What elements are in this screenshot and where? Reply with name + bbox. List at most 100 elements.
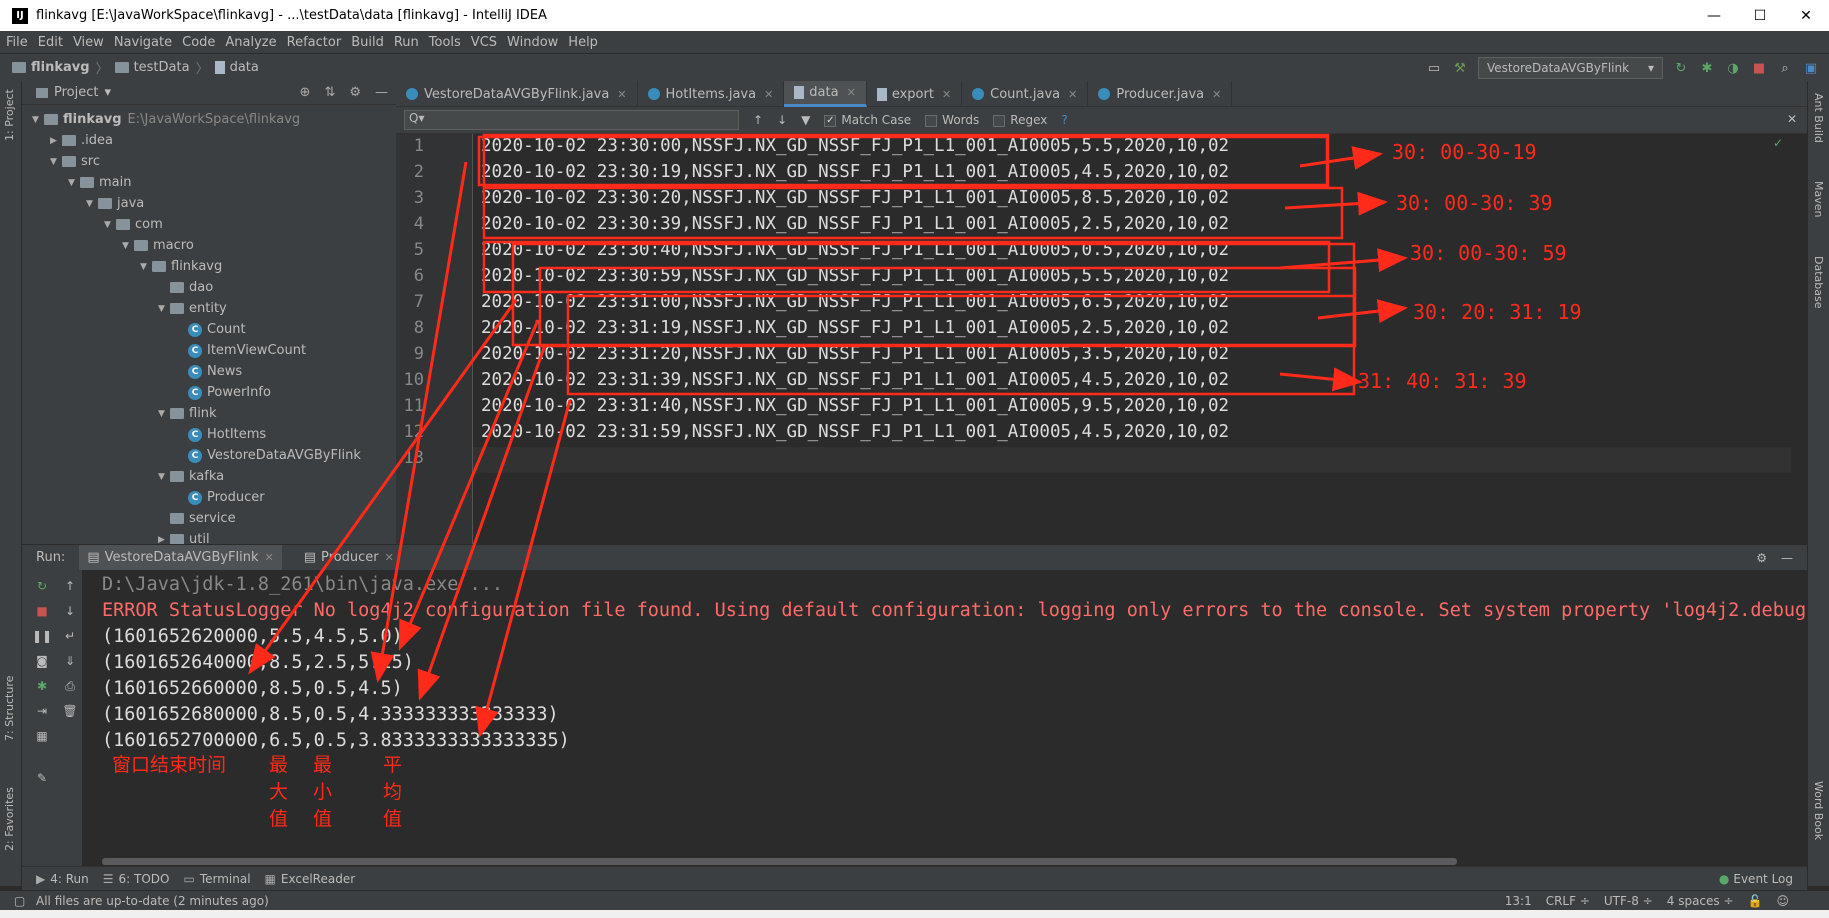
tab-vestoredataavgbyflink[interactable]: VestoreDataAVGByFlink.java ✕ xyxy=(396,81,638,107)
chevron-down-icon[interactable]: ▼ xyxy=(158,304,170,314)
minimize-button[interactable]: — xyxy=(1691,0,1737,31)
tree-item[interactable]: ▼ flinkavg xyxy=(140,256,222,277)
chevron-down-icon[interactable]: ▼ xyxy=(122,241,134,251)
close-button[interactable]: ✕ xyxy=(1783,0,1829,31)
collapse-icon[interactable]: ⇅ xyxy=(324,85,335,100)
project-tool-button[interactable]: 1: Project xyxy=(3,89,16,141)
tab-producer[interactable]: Producer.java ✕ xyxy=(1088,81,1233,107)
chevron-down-icon[interactable]: ▼ xyxy=(50,157,62,167)
tree-item[interactable]: service xyxy=(158,508,236,529)
menu-run[interactable]: Run xyxy=(394,35,419,50)
close-icon[interactable]: ✕ xyxy=(385,551,394,564)
trash-icon[interactable]: 🗑 xyxy=(62,703,78,719)
menu-code[interactable]: Code xyxy=(182,35,215,50)
lock-icon[interactable]: 🔓 xyxy=(1748,894,1763,908)
close-icon[interactable]: ✕ xyxy=(942,88,951,101)
filter-icon[interactable]: ▼ xyxy=(801,113,810,127)
rerun-icon[interactable]: ↻ xyxy=(34,578,50,594)
line-separator[interactable]: CRLF ÷ xyxy=(1546,894,1590,908)
menu-vcs[interactable]: VCS xyxy=(471,35,497,50)
chevron-right-icon[interactable]: ▶ xyxy=(50,136,62,146)
menu-window[interactable]: Window xyxy=(507,35,558,50)
chevron-down-icon[interactable]: ▼ xyxy=(32,115,44,125)
run-tab-producer[interactable]: ▤ Producer ✕ xyxy=(296,545,402,571)
print-icon[interactable]: ⎙ xyxy=(62,678,78,694)
project-structure-icon[interactable]: ▭ xyxy=(1426,60,1442,76)
menu-edit[interactable]: Edit xyxy=(38,35,63,50)
tree-item[interactable]: C Producer xyxy=(176,487,265,508)
chevron-down-icon[interactable]: ▼ xyxy=(68,178,80,188)
structure-tool-button[interactable]: 7: Structure xyxy=(3,676,16,741)
down-icon[interactable]: ↓ xyxy=(62,603,78,619)
run-console[interactable]: D:\Java\jdk-1.8_261\bin\java.exe ... ERRO… xyxy=(82,570,1807,866)
build-hammer-icon[interactable]: ⚒ xyxy=(1452,60,1468,76)
chevron-down-icon[interactable]: ▼ xyxy=(104,220,116,230)
menu-view[interactable]: View xyxy=(73,35,104,50)
chevron-down-icon[interactable]: ▼ xyxy=(158,472,170,482)
gear-icon[interactable]: ⚙ xyxy=(349,85,361,100)
tool-tab-run[interactable]: ▶ 4: Run xyxy=(36,872,89,886)
search-icon[interactable]: ⌕ xyxy=(1777,60,1793,76)
tool-tab-excelreader[interactable]: ▦ ExcelReader xyxy=(265,872,356,886)
tree-item[interactable]: C News xyxy=(176,361,242,382)
tree-item[interactable]: ▶ .idea xyxy=(50,130,113,151)
menu-refactor[interactable]: Refactor xyxy=(287,35,342,50)
maximize-button[interactable]: ☐ xyxy=(1737,0,1783,31)
chevron-down-icon[interactable]: ▼ xyxy=(86,199,98,209)
words-checkbox[interactable]: Words xyxy=(925,113,979,127)
coverage-icon[interactable]: ◑ xyxy=(1725,60,1741,76)
menu-help[interactable]: Help xyxy=(568,35,598,50)
tab-export[interactable]: export ✕ xyxy=(867,81,963,107)
menu-file[interactable]: File xyxy=(6,35,28,50)
tree-item[interactable]: C ItemViewCount xyxy=(176,340,306,361)
breadcrumb-data[interactable]: data xyxy=(230,60,259,75)
close-icon[interactable]: ✕ xyxy=(617,88,626,101)
tree-item[interactable]: C PowerInfo xyxy=(176,382,271,403)
tree-item[interactable]: ▼ entity xyxy=(158,298,227,319)
project-panel-title[interactable]: Project xyxy=(54,85,98,100)
run-configuration-select[interactable]: VestoreDataAVGByFlink ▾ xyxy=(1478,57,1663,79)
tab-count[interactable]: Count.java ✕ xyxy=(962,81,1089,107)
breadcrumb-testdata[interactable]: testData xyxy=(134,60,190,75)
word-book-tool-button[interactable]: Word Book xyxy=(1812,781,1825,840)
close-icon[interactable]: ✕ xyxy=(1787,112,1797,126)
match-case-checkbox[interactable]: ✓ Match Case xyxy=(824,113,911,127)
chevron-down-icon[interactable]: ▾ xyxy=(104,85,111,100)
close-icon[interactable]: ✕ xyxy=(265,551,274,564)
stop-icon[interactable]: ■ xyxy=(34,603,50,619)
ant-build-tool-button[interactable]: Ant Build xyxy=(1812,93,1825,143)
tree-item[interactable]: ▼ java xyxy=(86,193,144,214)
locate-icon[interactable]: ⊕ xyxy=(300,85,311,100)
tree-item[interactable]: ▼ main xyxy=(68,172,131,193)
menu-tools[interactable]: Tools xyxy=(429,35,461,50)
menu-analyze[interactable]: Analyze xyxy=(225,35,276,50)
help-icon[interactable]: ? xyxy=(1061,113,1067,127)
tab-data[interactable]: data ✕ xyxy=(784,81,867,107)
menu-build[interactable]: Build xyxy=(351,35,384,50)
run-tab-vestoredataavgbyflink[interactable]: ▤ VestoreDataAVGByFlink ✕ xyxy=(79,544,282,571)
tree-item[interactable]: C HotItems xyxy=(176,424,266,445)
favorites-tool-button[interactable]: 2: Favorites xyxy=(3,787,16,851)
regex-checkbox[interactable]: Regex xyxy=(993,113,1047,127)
find-input[interactable]: Q▾ xyxy=(404,110,739,130)
tree-item[interactable]: ▼ src xyxy=(50,151,100,172)
database-tool-button[interactable]: Database xyxy=(1812,256,1825,309)
tree-item[interactable]: ▼ flink xyxy=(158,403,217,424)
breadcrumb-project[interactable]: flinkavg xyxy=(31,60,90,75)
hide-icon[interactable]: — xyxy=(375,85,388,100)
tree-item[interactable]: C VestoreDataAVGByFlink xyxy=(176,445,361,466)
file-encoding[interactable]: UTF-8 ÷ xyxy=(1604,894,1653,908)
tree-item[interactable]: C Count xyxy=(176,319,246,340)
menu-navigate[interactable]: Navigate xyxy=(114,35,172,50)
chevron-right-icon[interactable]: ▶ xyxy=(158,535,170,545)
tool-tab-terminal[interactable]: ▭ Terminal xyxy=(183,872,250,886)
layout-icon[interactable]: ▦ xyxy=(34,728,50,744)
debug-icon[interactable]: ✱ xyxy=(34,678,50,694)
pin-icon[interactable]: ✎ xyxy=(34,770,50,786)
stop-icon[interactable]: ■ xyxy=(1751,60,1767,76)
chevron-down-icon[interactable]: ▼ xyxy=(140,262,152,272)
translate-icon[interactable]: ▣ xyxy=(1803,60,1819,76)
scroll-to-end-icon[interactable]: ⇓ xyxy=(62,653,78,669)
gear-icon[interactable]: ⚙ xyxy=(1756,551,1767,565)
close-icon[interactable]: ✕ xyxy=(1212,88,1221,101)
